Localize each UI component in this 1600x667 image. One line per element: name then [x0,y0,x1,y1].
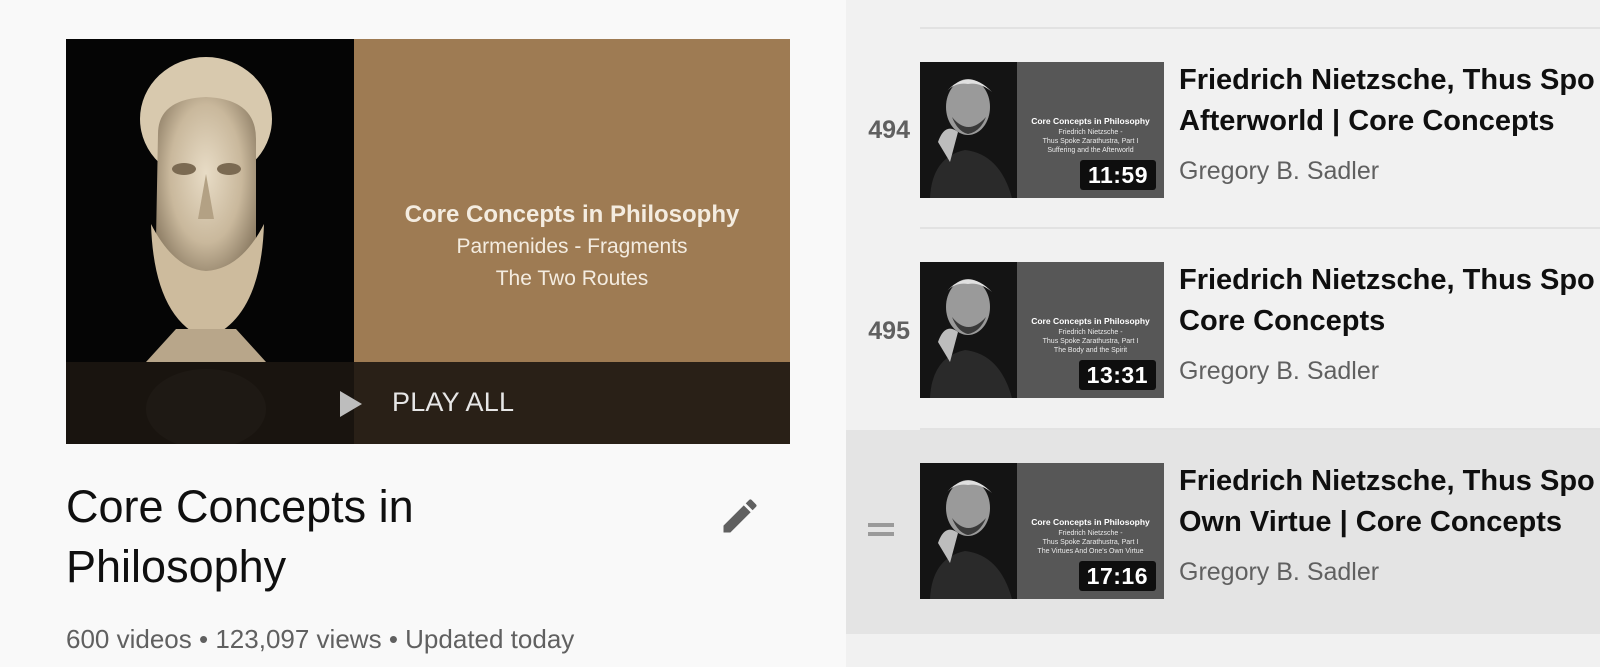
video-index: 494 [868,115,910,144]
video-duration: 17:16 [1078,561,1156,591]
thumbnail-text: Core Concepts in Philosophy Parmenides -… [354,199,790,295]
playlist-title: Core Concepts in Philosophy [66,481,414,592]
thumbnail-heading: Core Concepts in Philosophy [1031,316,1150,326]
stats-separator: • [199,624,209,654]
video-title-line: Friedrich Nietzsche, Thus Spo [1179,465,1595,497]
thumbnail-subtitle-line: The Body and the Spirit [1053,347,1128,354]
video-title-line: Afterworld | Core Concepts [1179,105,1555,137]
playlist-video-row[interactable]: 495 Core Concepts in Philosophy Friedric… [846,229,1600,433]
playlist-video-list: 494 Core Concepts in Philosophy Friedric… [846,0,1600,667]
thumbnail-subtitle-line: Thus Spoke Zarathustra, Part I [1042,138,1139,145]
video-thumbnail[interactable]: Core Concepts in Philosophy Friedrich Ni… [920,463,1164,599]
channel-name[interactable]: Gregory B. Sadler [1179,555,1379,589]
thumbnail-subtitle-line: Thus Spoke Zarathustra, Part I [1042,338,1139,345]
play-all-label: PLAY ALL [392,387,515,417]
video-title[interactable]: Friedrich Nietzsche, Thus Spo Afterworld… [1179,60,1600,142]
video-index: 495 [868,316,910,345]
video-duration: 11:59 [1079,160,1156,190]
updated-label: Updated today [405,624,575,654]
play-all-button[interactable]: PLAY ALL [66,362,790,444]
playlist-thumbnail[interactable]: Core Concepts in Philosophy Parmenides -… [66,39,790,444]
nietzsche-portrait-image [920,62,1017,198]
nietzsche-portrait-image [920,262,1017,398]
nietzsche-portrait-image [920,463,1017,599]
stats-separator: • [388,624,398,654]
thumbnail-subtitle: Friedrich Nietzsche - Thus Spoke Zarathu… [1017,128,1164,155]
video-duration: 13:31 [1078,360,1156,390]
thumbnail-subtitle-line: The Virtues And One's Own Virtue [1037,548,1144,555]
video-title-line: Own Virtue | Core Concepts [1179,506,1563,538]
video-title[interactable]: Friedrich Nietzsche, Thus Spo Own Virtue… [1179,461,1600,543]
thumbnail-line-2: Parmenides - Fragments [456,235,688,258]
thumbnail-subtitle-line: Thus Spoke Zarathustra, Part I [1042,539,1139,546]
thumbnail-heading: Core Concepts in Philosophy [1031,116,1150,126]
thumbnail-heading: Core Concepts in Philosophy [1031,517,1150,527]
playlist-stats: 600 videos • 123,097 views • Updated tod… [66,622,574,656]
pencil-icon[interactable] [718,494,762,538]
thumbnail-heading: Core Concepts in Philosophy [404,201,740,228]
channel-name[interactable]: Gregory B. Sadler [1179,354,1379,388]
channel-name[interactable]: Gregory B. Sadler [1179,154,1379,188]
thumbnail-subtitle: Friedrich Nietzsche - Thus Spoke Zarathu… [1017,328,1164,355]
video-title[interactable]: Friedrich Nietzsche, Thus Spo Core Conce… [1179,260,1600,342]
playlist-sidebar: Core Concepts in Philosophy Parmenides -… [0,0,846,667]
playlist-video-row[interactable]: 494 Core Concepts in Philosophy Friedric… [846,28,1600,232]
thumbnail-line-3: The Two Routes [495,267,649,290]
drag-handle-icon[interactable] [868,523,894,540]
thumbnail-subtitle-line: Friedrich Nietzsche - [1058,329,1123,336]
thumbnail-subtitle-line: Friedrich Nietzsche - [1058,129,1123,136]
video-thumbnail[interactable]: Core Concepts in Philosophy Friedrich Ni… [920,62,1164,198]
video-thumbnail[interactable]: Core Concepts in Philosophy Friedrich Ni… [920,262,1164,398]
video-count: 600 videos [66,624,192,654]
thumbnail-subtitle: Friedrich Nietzsche - Thus Spoke Zarathu… [1017,529,1164,556]
thumbnail-subtitle-line: Suffering and the Afterworld [1047,147,1134,154]
thumbnail-subtitle-line: Friedrich Nietzsche - [1058,530,1123,537]
playlist-video-row[interactable]: Core Concepts in Philosophy Friedrich Ni… [846,430,1600,634]
video-title-line: Friedrich Nietzsche, Thus Spo [1179,264,1595,296]
view-count: 123,097 views [215,624,382,654]
video-title-line: Core Concepts [1179,305,1386,337]
video-title-line: Friedrich Nietzsche, Thus Spo [1179,64,1595,96]
play-icon [340,391,362,417]
